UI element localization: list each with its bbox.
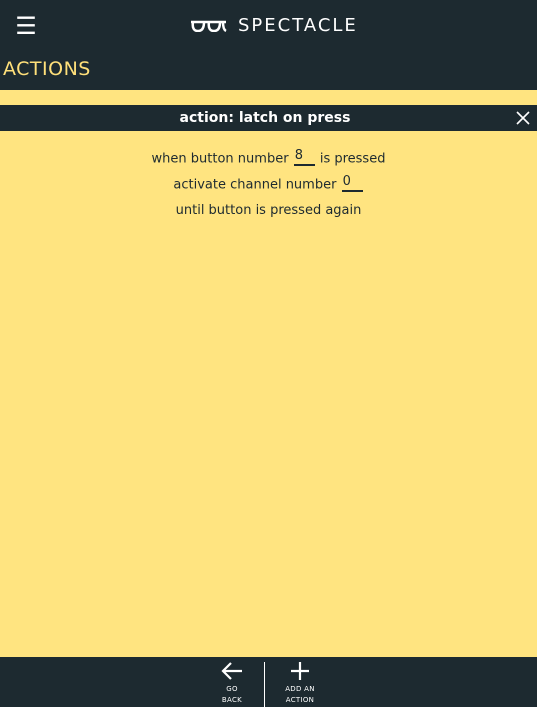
channel-number-input[interactable] xyxy=(341,172,363,192)
close-button[interactable] xyxy=(511,105,537,131)
rule-line-channel: activate channel number xyxy=(0,172,537,198)
footer-divider xyxy=(264,662,265,707)
rule-line-button: when button number is pressed xyxy=(0,146,537,172)
action-title: action: latch on press xyxy=(179,110,351,126)
top-bar: ☰ SPECTACLE ACTIONS xyxy=(0,0,537,90)
rule-line-until: until button is pressed again xyxy=(175,203,362,218)
section-title: ACTIONS xyxy=(3,58,91,80)
action-header: action: latch on press xyxy=(0,105,537,131)
channel-number-label: activate channel number xyxy=(173,177,337,193)
glasses-logo-icon xyxy=(191,20,227,32)
brand-name: SPECTACLE xyxy=(238,14,358,36)
go-back-label: GO BACK xyxy=(221,685,243,704)
go-back-button[interactable]: GO BACK xyxy=(202,657,262,707)
is-pressed-label: is pressed xyxy=(319,151,386,167)
arrow-left-icon xyxy=(221,662,242,680)
hamburger-menu-icon[interactable]: ☰ xyxy=(14,13,38,39)
plus-icon xyxy=(291,662,309,680)
button-number-label: when button number xyxy=(151,151,289,167)
action-rule: when button number is pressed activate c… xyxy=(0,146,537,224)
add-action-button[interactable]: ADD AN ACTION xyxy=(270,657,330,707)
bottom-bar: GO BACK ADD AN ACTION xyxy=(0,657,537,707)
button-number-input[interactable] xyxy=(293,146,315,166)
close-icon[interactable] xyxy=(516,111,530,125)
brand: SPECTACLE xyxy=(190,12,358,38)
add-action-label: ADD AN ACTION xyxy=(285,685,315,704)
